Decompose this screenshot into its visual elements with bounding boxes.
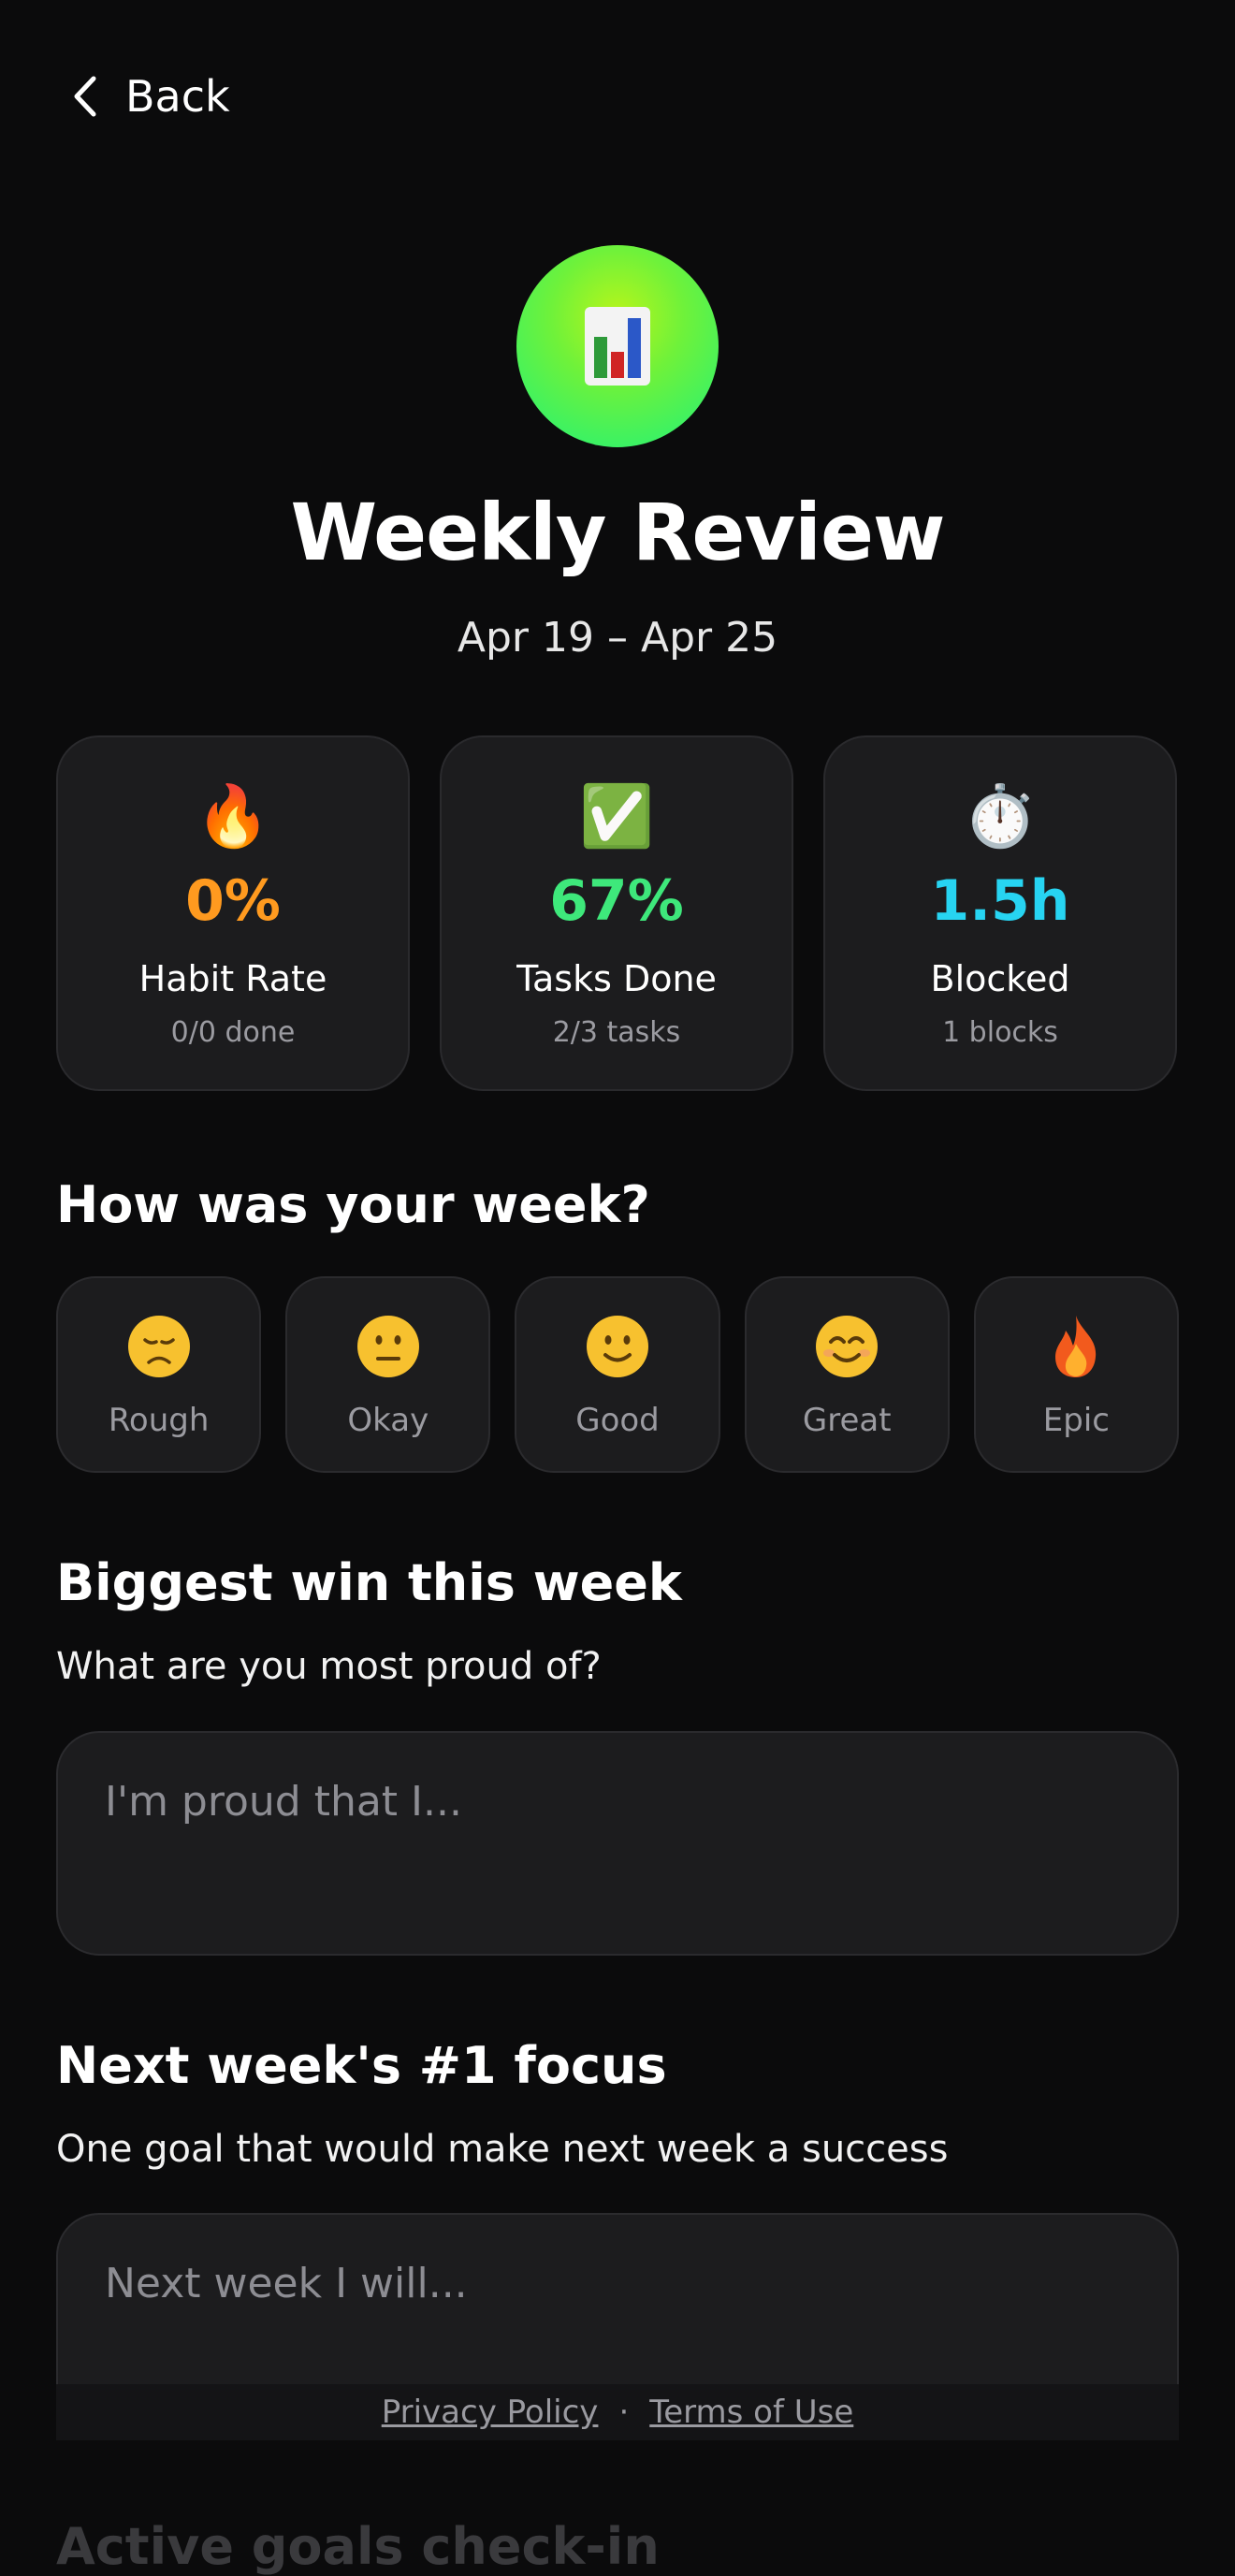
focus-section-title: Next week's #1 focus	[56, 2036, 667, 2095]
mood-option-good[interactable]: Good	[515, 1276, 720, 1473]
mood-option-epic[interactable]: Epic	[973, 1276, 1180, 1473]
win-section-subtitle: What are you most proud of?	[56, 1645, 602, 1688]
check-box-icon: ✅	[579, 782, 654, 851]
goals-section-title: Active goals check-in	[56, 2517, 660, 2576]
chevron-left-icon	[74, 76, 96, 117]
mood-label: Great	[802, 1402, 892, 1439]
neutral-face-icon	[356, 1316, 419, 1377]
mood-option-okay[interactable]: Okay	[285, 1276, 491, 1473]
mood-section-title: How was your week?	[56, 1175, 650, 1234]
stat-card-tasks-done: ✅ 67% Tasks Done 2/3 tasks	[440, 735, 793, 1091]
stopwatch-icon: ⏱️	[963, 782, 1038, 851]
stats-row: 🔥 0% Habit Rate 0/0 done ✅ 67% Tasks Don…	[56, 735, 1179, 1091]
terms-of-use-link[interactable]: Terms of Use	[649, 2394, 853, 2431]
legal-footer: Privacy Policy · Terms of Use	[56, 2384, 1179, 2440]
biggest-win-placeholder: I'm proud that I...	[105, 1778, 462, 1826]
stat-label: Habit Rate	[138, 958, 327, 999]
mood-label: Good	[575, 1402, 660, 1439]
stat-value: 1.5h	[930, 868, 1070, 934]
stat-value: 67%	[549, 868, 684, 934]
date-range: Apr 19 – Apr 25	[457, 614, 778, 662]
win-section-title: Biggest win this week	[56, 1553, 682, 1612]
stat-card-habit-rate: 🔥 0% Habit Rate 0/0 done	[56, 735, 410, 1091]
stat-label: Blocked	[930, 958, 1070, 999]
page-title: Weekly Review	[290, 487, 945, 578]
fire-icon: 🔥	[196, 782, 270, 851]
smiling-face-icon	[816, 1316, 879, 1377]
disappointed-face-icon	[127, 1316, 190, 1377]
footer-separator: ·	[618, 2394, 630, 2431]
weekly-review-badge	[516, 245, 719, 447]
focus-section-subtitle: One goal that would make next week a suc…	[56, 2128, 949, 2171]
stat-subtext: 0/0 done	[170, 1016, 296, 1049]
slight-smile-icon	[587, 1316, 648, 1377]
fire-icon	[1055, 1316, 1097, 1377]
mood-options: Rough Okay Good Great Epic	[56, 1276, 1180, 1473]
stat-card-blocked: ⏱️ 1.5h Blocked 1 blocks	[823, 735, 1177, 1091]
mood-label: Rough	[108, 1402, 210, 1439]
stat-label: Tasks Done	[516, 958, 717, 999]
privacy-policy-link[interactable]: Privacy Policy	[382, 2394, 599, 2431]
back-label: Back	[125, 71, 230, 122]
back-button[interactable]: Back	[67, 71, 230, 122]
mood-label: Okay	[347, 1402, 429, 1439]
next-week-focus-placeholder: Next week I will...	[105, 2260, 468, 2307]
mood-option-great[interactable]: Great	[744, 1276, 950, 1473]
stat-subtext: 2/3 tasks	[552, 1016, 681, 1049]
mood-label: Epic	[1042, 1402, 1111, 1439]
stat-subtext: 1 blocks	[942, 1016, 1058, 1049]
bar-chart-icon	[585, 307, 650, 386]
mood-option-rough[interactable]: Rough	[56, 1276, 262, 1473]
biggest-win-input[interactable]: I'm proud that I...	[56, 1731, 1179, 1956]
stat-value: 0%	[185, 868, 281, 934]
